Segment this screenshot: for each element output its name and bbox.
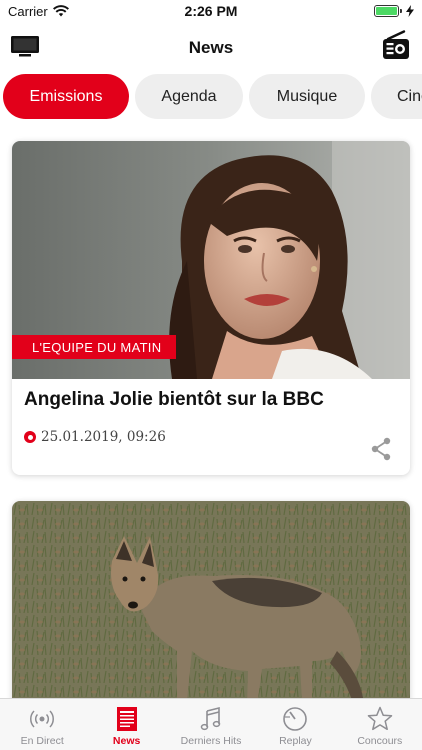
article-category-tag: L'EQUIPE DU MATIN [12,335,177,359]
page-title: News [188,38,234,57]
newspaper-icon [116,707,137,731]
wifi-icon [52,5,69,17]
tab-bar-label: En Direct [20,735,64,747]
tabs-track: Emissions Agenda Musique Ciné [0,74,422,119]
tab-emissions[interactable]: Emissions [3,74,129,119]
battery-icon [374,5,402,17]
tab-bar-concours[interactable]: Concours [338,699,422,750]
news-feed: L'EQUIPE DU MATIN Angelina Jolie bientôt… [0,120,422,698]
article-card[interactable]: L'EQUIPE DU MATIN Angelina Jolie bientôt… [12,141,410,475]
article-meta: 25.01.2019, 09:26 [12,411,410,445]
music-note-icon [200,706,221,731]
tab-bar-derniers-hits[interactable]: Derniers Hits [169,699,253,750]
tab-bar-label: News [112,735,141,747]
tv-icon[interactable] [10,34,40,58]
tab-bar-en-direct[interactable]: En Direct [0,699,84,750]
clock-icon [24,431,36,443]
star-icon [367,706,393,731]
tab-bar-label: Replay [279,735,312,747]
tab-bar-news[interactable]: News [84,699,168,750]
article-card[interactable] [12,501,410,698]
battery-level [376,7,397,15]
jackal-photo [12,501,410,698]
status-bar: Carrier 2:26 PM [0,0,422,22]
article-date: 25.01.2019, 09:26 [41,429,166,445]
tab-bar-replay[interactable]: Replay [253,699,337,750]
article-image: L'EQUIPE DU MATIN [12,141,410,379]
bottom-tab-bar: En Direct News Derniers Hits Replay Conc… [0,698,422,750]
tab-bar-label: Derniers Hits [180,735,242,747]
tab-bar-label: Concours [357,735,403,747]
replay-icon [283,707,308,731]
status-right [374,5,414,17]
carrier-label: Carrier [8,3,48,19]
tab-agenda[interactable]: Agenda [135,74,243,119]
radio-icon[interactable] [382,30,410,60]
charging-bolt-icon [406,5,414,17]
status-left: Carrier [8,4,69,19]
broadcast-icon [30,710,55,728]
article-image [12,501,410,698]
nav-bar: News [0,22,422,74]
tab-cine[interactable]: Ciné [371,74,422,119]
tab-musique[interactable]: Musique [249,74,365,119]
share-icon[interactable] [370,437,392,461]
article-title[interactable]: Angelina Jolie bientôt sur la BBC [12,379,410,411]
category-tabs: Emissions Agenda Musique Ciné [0,74,422,120]
